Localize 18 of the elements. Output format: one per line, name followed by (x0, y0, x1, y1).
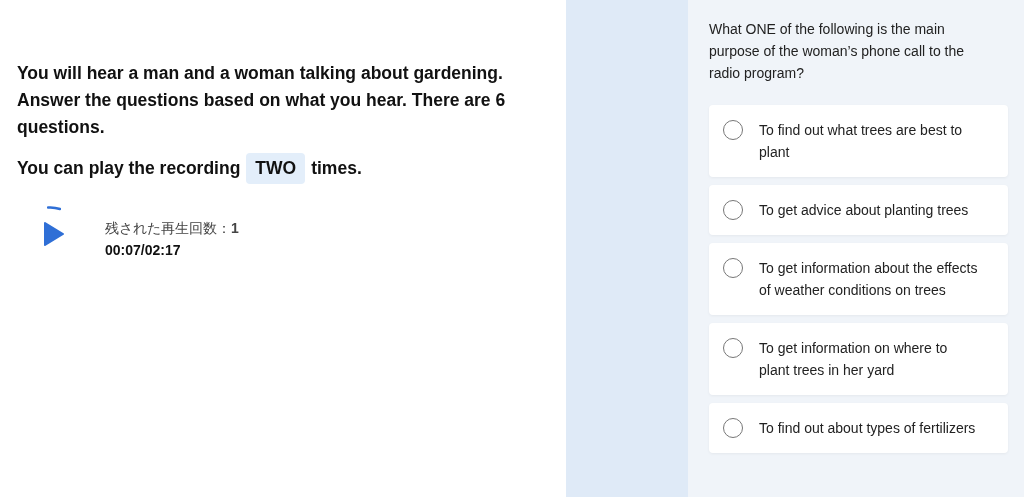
option-label: To get advice about planting trees (759, 201, 969, 220)
remaining-plays-text: 残された再生回数：1 (105, 220, 239, 238)
question-text: What ONE of the following is the main purpose of the woman’s phone call to the radio program? (709, 20, 966, 83)
answer-option[interactable]: To find out about types of fertilizers (709, 403, 1008, 453)
instruction-text: You will hear a man and a woman talking about gardening. Answer the questions based on what you hear. There are 6 questions. (17, 62, 507, 139)
answer-option[interactable]: To get information on where to plant trees in her yard (709, 323, 1008, 395)
playback-time: 00:07/02:17 (105, 242, 182, 258)
option-label: To find out about types of fertilizers (759, 419, 976, 438)
option-label: To find out what trees are best to plant (759, 121, 964, 162)
play-count-badge: TWO (246, 153, 306, 184)
answer-option[interactable]: To get information about the effects of weather conditions on trees (709, 243, 1008, 315)
answer-option[interactable]: To get advice about planting trees (709, 185, 1008, 235)
option-label: To get information about the effects of weather conditions on trees (759, 259, 979, 300)
option-label: To get information on where to plant trees in her yard (759, 339, 949, 380)
instruction-text: You can play the recording (17, 158, 241, 179)
instruction-text: times. (311, 158, 362, 179)
answer-option[interactable]: To find out what trees are best to plant (709, 105, 1008, 177)
play-icon[interactable] (43, 221, 65, 247)
